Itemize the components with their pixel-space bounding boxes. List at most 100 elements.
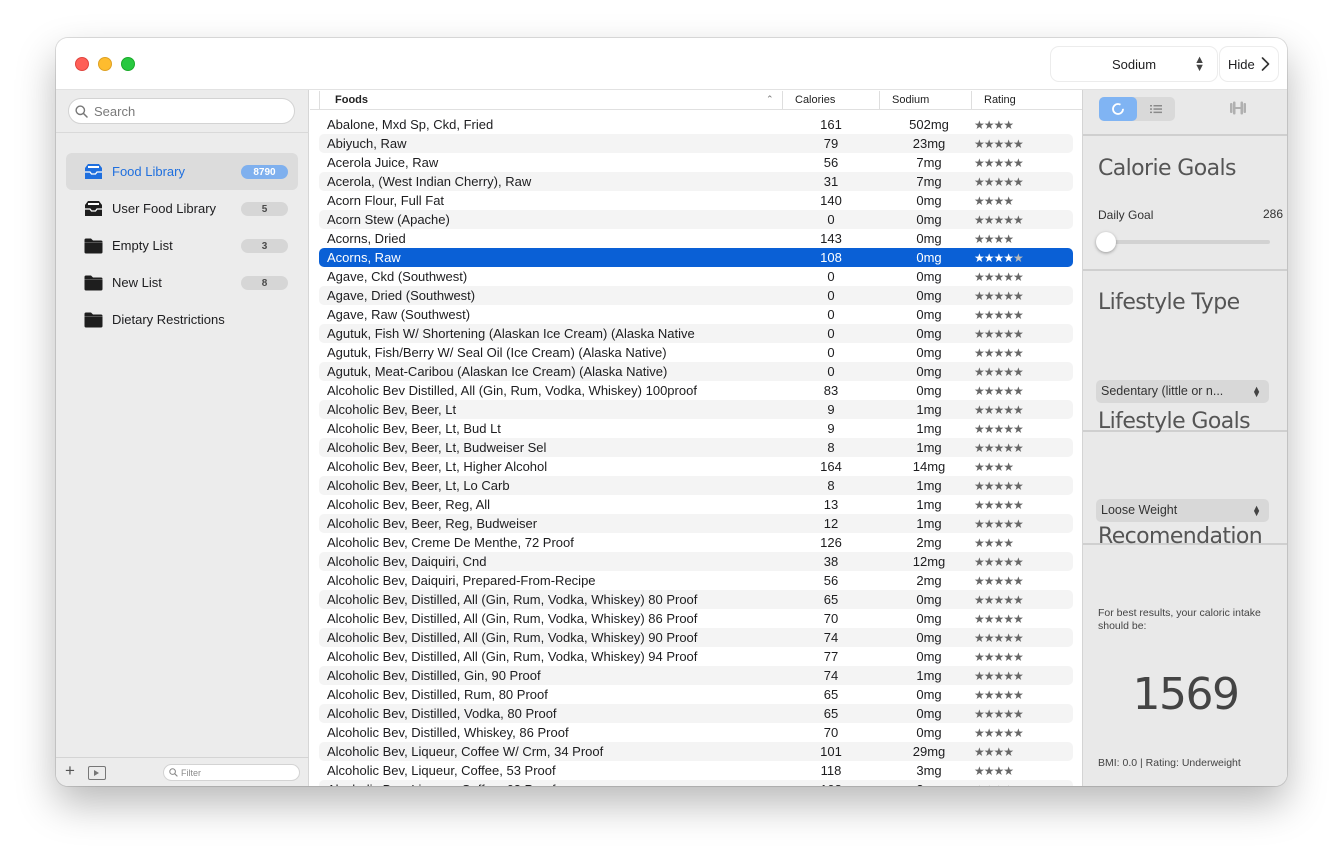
table-row[interactable]: Alcoholic Bev, Distilled, Whiskey, 86 Pr… — [319, 723, 1073, 742]
star-rating[interactable]: ★★★★★ — [974, 308, 1024, 322]
star-rating[interactable]: ★★★★★ — [974, 555, 1024, 569]
star-rating[interactable]: ★★★★★ — [974, 137, 1024, 151]
table-row[interactable]: Agave, Dried (Southwest) 0 0mg ★★★★★ — [319, 286, 1073, 305]
star-rating[interactable]: ★★★★★ — [974, 707, 1024, 721]
table-row[interactable]: Alcoholic Bev, Beer, Lt, Bud Lt 9 1mg ★★★★★ — [319, 419, 1073, 438]
star-rating[interactable]: ★★★★ — [974, 745, 1014, 759]
sidebar-item-food-library[interactable]: Food Library 8790 — [66, 153, 298, 190]
star-rating[interactable]: ★★★★★ — [974, 384, 1024, 398]
table-row[interactable]: Agave, Raw (Southwest) 0 0mg ★★★★★ — [319, 305, 1073, 324]
search-input[interactable] — [94, 103, 284, 119]
hide-panel-button[interactable]: Hide — [1220, 47, 1278, 81]
star-rating[interactable]: ★★★★★ — [974, 688, 1024, 702]
star-rating[interactable]: ★★★★★ — [974, 498, 1024, 512]
sidebar-item-dietary-restrictions[interactable]: Dietary Restrictions — [66, 301, 298, 338]
star-rating[interactable]: ★★★★★ — [974, 593, 1024, 607]
table-row[interactable]: Alcoholic Bev, Distilled, Vodka, 80 Proo… — [319, 704, 1073, 723]
lifestyle-type-select[interactable]: Sedentary (little or n... ▲ ▼ — [1096, 380, 1269, 403]
table-row[interactable]: Acorns, Dried 143 0mg ★★★★ — [319, 229, 1073, 248]
star-rating[interactable]: ★★★★ — [974, 764, 1014, 778]
table-row[interactable]: Acerola Juice, Raw 56 7mg ★★★★★ — [319, 153, 1073, 172]
table-row[interactable]: Agutuk, Meat-Caribou (Alaskan Ice Cream)… — [319, 362, 1073, 381]
table-row[interactable]: Acorn Flour, Full Fat 140 0mg ★★★★ — [319, 191, 1073, 210]
table-row[interactable]: Alcoholic Bev, Distilled, All (Gin, Rum,… — [319, 590, 1073, 609]
sidebar-search[interactable] — [68, 98, 295, 124]
close-window-button[interactable] — [75, 57, 89, 71]
star-rating[interactable]: ★★★★ — [974, 194, 1014, 208]
table-row[interactable]: Alcoholic Bev, Beer, Lt, Lo Carb 8 1mg ★★★★… — [319, 476, 1073, 495]
filter-input[interactable] — [181, 767, 291, 778]
table-row[interactable]: Alcoholic Bev, Liqueur, Coffee, 63 Proof… — [319, 780, 1073, 786]
table-row[interactable]: Agave, Ckd (Southwest) 0 0mg ★★★★★ — [319, 267, 1073, 286]
table-row[interactable]: Alcoholic Bev, Creme De Menthe, 72 Proof… — [319, 533, 1073, 552]
table-row[interactable]: Acorn Stew (Apache) 0 0mg ★★★★★ — [319, 210, 1073, 229]
star-rating[interactable]: ★★★★★ — [974, 270, 1024, 284]
table-row[interactable]: Alcoholic Bev, Liqueur, Coffee, 53 Proof… — [319, 761, 1073, 780]
star-rating[interactable]: ★★★★ — [974, 460, 1014, 474]
table-row[interactable]: Acerola, (West Indian Cherry), Raw 31 7mg ★… — [319, 172, 1073, 191]
table-row[interactable]: Alcoholic Bev, Liqueur, Coffee W/ Crm, 3… — [319, 742, 1073, 761]
table-row[interactable]: Alcoholic Bev, Beer, Reg, All 13 1mg ★★★★★ — [319, 495, 1073, 514]
ring-view-button[interactable] — [1099, 97, 1137, 121]
column-header-rating[interactable]: Rating — [984, 94, 1016, 106]
daily-goal-slider-knob[interactable] — [1096, 232, 1116, 252]
table-row[interactable]: Agutuk, Fish W/ Shortening (Alaskan Ice … — [319, 324, 1073, 343]
star-rating[interactable]: ★★★★★ — [974, 726, 1024, 740]
table-row[interactable]: Alcoholic Bev, Distilled, Gin, 90 Proof 7… — [319, 666, 1073, 685]
sidebar-item-new-list[interactable]: New List 8 — [66, 264, 298, 301]
star-rating[interactable]: ★★★★★ — [974, 441, 1024, 455]
lifestyle-goals-select[interactable]: Loose Weight ▲ ▼ — [1096, 499, 1269, 522]
nutrient-select[interactable]: Sodium ▲ ▼ — [1051, 47, 1217, 81]
column-header-calories[interactable]: Calories — [795, 94, 835, 106]
table-row[interactable]: Alcoholic Bev Distilled, All (Gin, Rum, … — [319, 381, 1073, 400]
star-rating[interactable]: ★★★★ — [974, 232, 1014, 246]
sidebar-item-empty-list[interactable]: Empty List 3 — [66, 227, 298, 264]
table-row[interactable]: Alcoholic Bev, Beer, Lt, Higher Alcohol 1… — [319, 457, 1073, 476]
table-row[interactable]: Acorns, Raw 108 0mg ★★★★★ — [319, 248, 1073, 267]
star-rating[interactable]: ★★★★★ — [974, 346, 1024, 360]
star-rating[interactable]: ★★★★ — [974, 118, 1014, 132]
minimize-window-button[interactable] — [98, 57, 112, 71]
star-rating[interactable]: ★★★★★ — [974, 574, 1024, 588]
column-header-sodium[interactable]: Sodium — [892, 94, 929, 106]
table-row[interactable]: Alcoholic Bev, Daiquiri, Prepared-From-R… — [319, 571, 1073, 590]
table-row[interactable]: Alcoholic Bev, Beer, Lt, Budweiser Sel 8 1… — [319, 438, 1073, 457]
star-rating[interactable]: ★★★★★ — [974, 650, 1024, 664]
sidebar-item-user-food-library[interactable]: User Food Library 5 — [66, 190, 298, 227]
table-row[interactable]: Alcoholic Bev, Distilled, All (Gin, Rum,… — [319, 628, 1073, 647]
star-rating[interactable]: ★★★★★ — [974, 213, 1024, 227]
table-row[interactable]: Alcoholic Bev, Daiquiri, Cnd 38 12mg ★★★★★ — [319, 552, 1073, 571]
table-row[interactable]: Alcoholic Bev, Beer, Reg, Budweiser 12 1mg… — [319, 514, 1073, 533]
list-view-button[interactable] — [1137, 97, 1175, 121]
toggle-panel-icon[interactable] — [88, 766, 106, 780]
maximize-window-button[interactable] — [121, 57, 135, 71]
table-row[interactable]: Abalone, Mxd Sp, Ckd, Fried 161 502mg ★★★★ — [319, 115, 1073, 134]
table-row[interactable]: Alcoholic Bev, Distilled, Rum, 80 Proof 6… — [319, 685, 1073, 704]
table-row[interactable]: Alcoholic Bev, Distilled, All (Gin, Rum,… — [319, 647, 1073, 666]
sidebar-filter[interactable] — [163, 764, 300, 781]
add-list-button[interactable]: + — [65, 761, 75, 781]
star-rating[interactable]: ★★★★★ — [974, 403, 1024, 417]
star-rating[interactable]: ★★★★★ — [974, 669, 1024, 683]
star-rating[interactable]: ★★★★ — [974, 783, 1014, 786]
star-rating[interactable]: ★★★★★ — [974, 631, 1024, 645]
star-rating[interactable]: ★★★★★ — [974, 612, 1024, 626]
star-rating[interactable]: ★★★★ — [974, 536, 1014, 550]
star-rating[interactable]: ★★★★★ — [974, 327, 1024, 341]
table-row[interactable]: Alcoholic Bev, Beer, Lt 9 1mg ★★★★★ — [319, 400, 1073, 419]
food-cell: Agutuk, Fish W/ Shortening (Alaskan Ice … — [327, 326, 695, 341]
star-rating[interactable]: ★★★★★ — [974, 251, 1024, 265]
star-rating[interactable]: ★★★★★ — [974, 289, 1024, 303]
star-rating[interactable]: ★★★★★ — [974, 365, 1024, 379]
star-rating[interactable]: ★★★★★ — [974, 517, 1024, 531]
dumbbell-icon[interactable] — [1228, 101, 1248, 115]
star-rating[interactable]: ★★★★★ — [974, 175, 1024, 189]
table-row[interactable]: Agutuk, Fish/Berry W/ Seal Oil (Ice Crea… — [319, 343, 1073, 362]
table-row[interactable]: Abiyuch, Raw 79 23mg ★★★★★ — [319, 134, 1073, 153]
star-rating[interactable]: ★★★★★ — [974, 479, 1024, 493]
daily-goal-slider-track[interactable] — [1098, 240, 1270, 244]
column-header-foods[interactable]: Foods — [335, 94, 368, 106]
table-row[interactable]: Alcoholic Bev, Distilled, All (Gin, Rum,… — [319, 609, 1073, 628]
star-rating[interactable]: ★★★★★ — [974, 156, 1024, 170]
star-rating[interactable]: ★★★★★ — [974, 422, 1024, 436]
